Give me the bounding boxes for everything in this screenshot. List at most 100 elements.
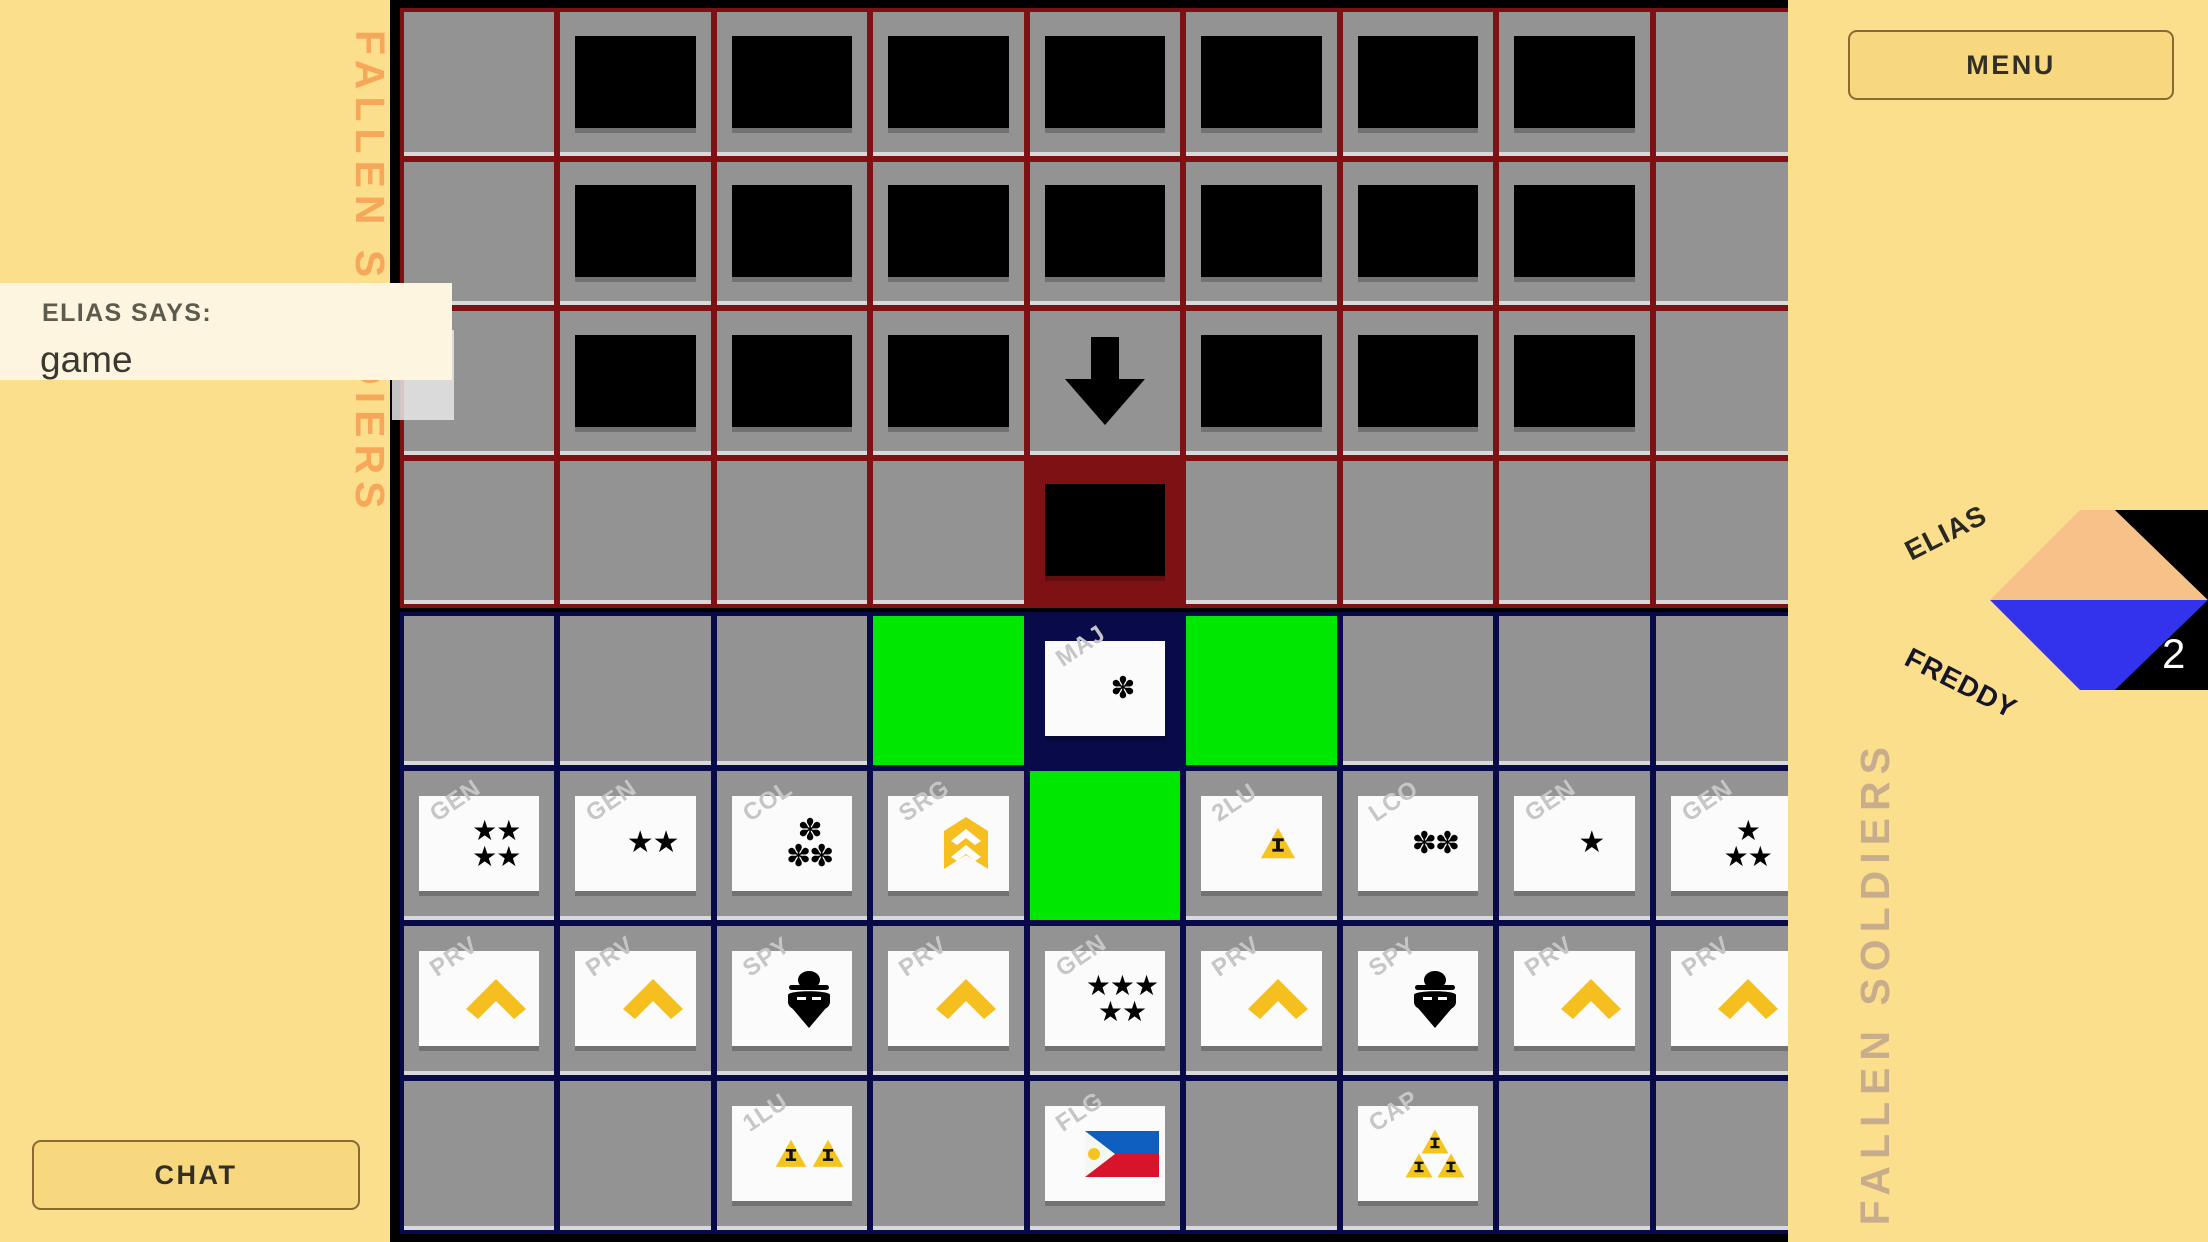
board-cell-empty-top-3-0[interactable] bbox=[404, 460, 555, 604]
opponent-piece-facedown[interactable] bbox=[1357, 185, 1479, 278]
board-cell-empty-bottom-0-7[interactable] bbox=[1499, 616, 1650, 765]
board-cell-top-1-7[interactable] bbox=[1499, 161, 1650, 305]
board-cell-empty-bottom-3-3[interactable] bbox=[873, 1081, 1024, 1230]
piece-card-spy[interactable]: SPY bbox=[731, 931, 853, 1047]
piece-card-gen[interactable]: GEN ★ ★★ bbox=[1670, 774, 1791, 892]
opponent-piece-facedown[interactable] bbox=[1357, 334, 1479, 427]
board-cell-top-1-2[interactable] bbox=[716, 161, 868, 305]
board-cell-top-2-6[interactable] bbox=[1342, 311, 1494, 455]
opponent-piece-facedown[interactable] bbox=[731, 185, 853, 278]
board-cell-piece-gen[interactable]: GEN ★★★ ★★ bbox=[1029, 926, 1181, 1075]
piece-card-lco[interactable]: LCO ✽✽ bbox=[1357, 775, 1479, 892]
board-cell-top-2-5[interactable] bbox=[1186, 311, 1337, 455]
board-cell-empty-bottom-0-8[interactable] bbox=[1655, 616, 1806, 765]
chat-button[interactable]: CHAT bbox=[32, 1140, 360, 1210]
opponent-piece-facedown-selected[interactable] bbox=[1044, 484, 1166, 577]
board-cell-top-0-1[interactable] bbox=[560, 12, 711, 156]
board-cell-empty-bottom-3-8[interactable] bbox=[1655, 1081, 1806, 1230]
board-cell-empty-top-2-8[interactable] bbox=[1655, 311, 1806, 455]
piece-card-gen[interactable]: GEN ★ bbox=[1514, 774, 1635, 892]
board-cell-piece-spy[interactable]: SPY bbox=[716, 926, 868, 1075]
board-cell-top-0-6[interactable] bbox=[1342, 12, 1494, 156]
opponent-piece-facedown[interactable] bbox=[731, 35, 853, 128]
piece-card-gen[interactable]: GEN ★★ ★★ bbox=[419, 774, 540, 892]
board-cell-top-0-4[interactable] bbox=[1029, 12, 1181, 156]
board-cell-empty-bottom-0-0[interactable] bbox=[404, 616, 555, 765]
piece-card-gen[interactable]: GEN ★★★ ★★ bbox=[1044, 929, 1166, 1047]
board-cell-move-highlight-bottom-1-4[interactable] bbox=[1029, 771, 1181, 920]
board-cell-top-1-3[interactable] bbox=[873, 161, 1024, 305]
board-cell-empty-bottom-3-7[interactable] bbox=[1499, 1081, 1650, 1230]
board-cell-empty-top-3-6[interactable] bbox=[1342, 460, 1494, 604]
board-cell-empty-bottom-3-1[interactable] bbox=[560, 1081, 711, 1230]
board-cell-piece-gen[interactable]: GEN ★ ★★ bbox=[1655, 771, 1806, 920]
board-cell-empty-bottom-0-1[interactable] bbox=[560, 616, 711, 765]
piece-card-prv[interactable]: PRV bbox=[888, 931, 1009, 1047]
board-cell-top-2-3[interactable] bbox=[873, 311, 1024, 455]
opponent-piece-facedown[interactable] bbox=[1357, 35, 1479, 128]
board-cell-top-1-4[interactable] bbox=[1029, 161, 1181, 305]
board-cell-top-0-3[interactable] bbox=[873, 12, 1024, 156]
opponent-piece-facedown[interactable] bbox=[575, 35, 696, 128]
board-cell-move-arrow[interactable] bbox=[1029, 311, 1181, 455]
board-cell-piece-lco[interactable]: LCO ✽✽ bbox=[1342, 771, 1494, 920]
opponent-piece-facedown[interactable] bbox=[1044, 185, 1166, 278]
board-cell-top-0-5[interactable] bbox=[1186, 12, 1337, 156]
opponent-piece-facedown[interactable] bbox=[1201, 35, 1322, 128]
board-cell-empty-bottom-0-2[interactable] bbox=[716, 616, 868, 765]
board-cell-piece-prv[interactable]: PRV bbox=[1186, 926, 1337, 1075]
board-cell-empty-bottom-0-6[interactable] bbox=[1342, 616, 1494, 765]
board-cell-piece-flg[interactable]: FLG bbox=[1029, 1081, 1181, 1230]
board-cell-empty-top-3-5[interactable] bbox=[1186, 460, 1337, 604]
opponent-piece-facedown[interactable] bbox=[888, 185, 1009, 278]
opponent-piece-facedown[interactable] bbox=[1514, 334, 1635, 427]
board-cell-top-1-6[interactable] bbox=[1342, 161, 1494, 305]
board-cell-piece-prv[interactable]: PRV bbox=[404, 926, 555, 1075]
board-cell-piece-gen[interactable]: GEN ★ bbox=[1499, 771, 1650, 920]
menu-button[interactable]: MENU bbox=[1848, 30, 2174, 100]
board-cell-piece-col[interactable]: COL ✽ ✽✽ bbox=[716, 771, 868, 920]
opponent-piece-facedown[interactable] bbox=[731, 334, 853, 427]
piece-card-flg[interactable]: FLG bbox=[1044, 1086, 1166, 1202]
opponent-piece-facedown[interactable] bbox=[575, 334, 696, 427]
board-cell-empty-top-3-2[interactable] bbox=[716, 460, 868, 604]
board-cell-piece-srg[interactable]: SRG bbox=[873, 771, 1024, 920]
board-cell-move-highlight-bottom-0-3[interactable] bbox=[873, 616, 1024, 765]
piece-card-prv[interactable]: PRV bbox=[419, 931, 540, 1047]
opponent-piece-facedown[interactable] bbox=[888, 334, 1009, 427]
opponent-piece-facedown[interactable] bbox=[1044, 35, 1166, 128]
board-cell-piece-prv[interactable]: PRV bbox=[560, 926, 711, 1075]
piece-card-gen[interactable]: GEN ★★ bbox=[575, 774, 696, 892]
board-cell-top-0-7[interactable] bbox=[1499, 12, 1650, 156]
piece-card-prv[interactable]: PRV bbox=[1514, 931, 1635, 1047]
board-cell-piece-2lu[interactable]: 2LU bbox=[1186, 771, 1337, 920]
opponent-piece-facedown[interactable] bbox=[1201, 334, 1322, 427]
board-cell-top-2-2[interactable] bbox=[716, 311, 868, 455]
piece-card-cap[interactable]: CAP bbox=[1357, 1085, 1479, 1202]
board-cell-empty-top-0-8[interactable] bbox=[1655, 12, 1806, 156]
board-cell-top-2-1[interactable] bbox=[560, 311, 711, 455]
board-cell-selected-target[interactable] bbox=[1029, 460, 1181, 604]
board-cell-piece-prv[interactable]: PRV bbox=[873, 926, 1024, 1075]
board-cell-top-1-1[interactable] bbox=[560, 161, 711, 305]
board-cell-empty-bottom-3-0[interactable] bbox=[404, 1081, 555, 1230]
piece-card-prv[interactable]: PRV bbox=[1201, 931, 1322, 1047]
board-cell-top-0-2[interactable] bbox=[716, 12, 868, 156]
opponent-piece-facedown[interactable] bbox=[575, 185, 696, 278]
opponent-piece-facedown[interactable] bbox=[1514, 185, 1635, 278]
piece-card-spy[interactable]: SPY bbox=[1357, 931, 1479, 1047]
board-cell-empty-top-3-7[interactable] bbox=[1499, 460, 1650, 604]
board-cell-piece-prv[interactable]: PRV bbox=[1499, 926, 1650, 1075]
piece-card-prv[interactable]: PRV bbox=[1670, 931, 1791, 1047]
piece-card-1lu[interactable]: 1LU bbox=[731, 1088, 853, 1202]
piece-card-maj[interactable]: MAJ ✽ bbox=[1044, 620, 1166, 737]
board-cell-empty-top-0-0[interactable] bbox=[404, 12, 555, 156]
board-cell-empty-bottom-3-5[interactable] bbox=[1186, 1081, 1337, 1230]
board-cell-piece-maj[interactable]: MAJ ✽ bbox=[1029, 616, 1181, 765]
piece-card-2lu[interactable]: 2LU bbox=[1201, 778, 1322, 892]
board-cell-piece-gen[interactable]: GEN ★★ ★★ bbox=[404, 771, 555, 920]
opponent-piece-facedown[interactable] bbox=[888, 35, 1009, 128]
board-cell-top-2-7[interactable] bbox=[1499, 311, 1650, 455]
piece-card-srg[interactable]: SRG bbox=[888, 774, 1009, 892]
board-cell-piece-1lu[interactable]: 1LU bbox=[716, 1081, 868, 1230]
